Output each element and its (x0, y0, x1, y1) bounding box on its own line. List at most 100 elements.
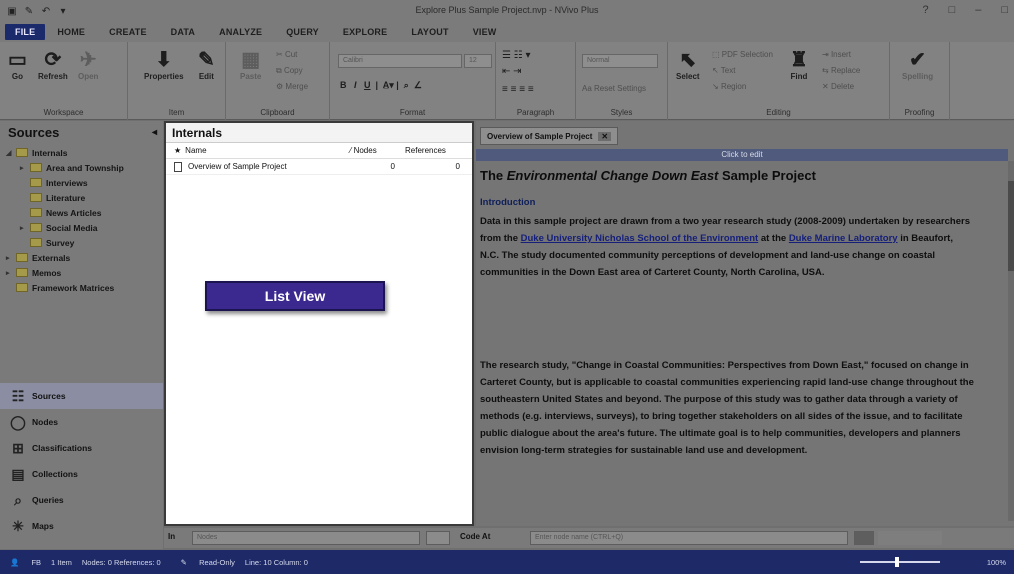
underline-button[interactable]: U (364, 80, 371, 90)
maximize-icon[interactable]: □ (1001, 4, 1008, 16)
tree-node[interactable]: Framework Matrices (6, 280, 163, 295)
document-title: The Environmental Change Down East Sampl… (480, 168, 816, 183)
tree-node-label: Framework Matrices (32, 282, 115, 293)
tree-node[interactable]: Interviews (6, 175, 163, 190)
style-select[interactable]: Normal (582, 54, 658, 68)
expand-arrow-icon[interactable]: ▸ (6, 269, 16, 277)
column-name[interactable]: ★ Name (166, 146, 346, 155)
tab-query[interactable]: QUERY (274, 27, 331, 37)
tab-create[interactable]: CREATE (97, 27, 159, 37)
properties-button[interactable]: ⬇ Properties (144, 48, 184, 81)
open-button[interactable]: ✈ Open (78, 48, 98, 81)
highlight-icon[interactable]: ⌕ (404, 80, 409, 90)
expand-arrow-icon[interactable]: ◢ (6, 149, 16, 157)
nav-button-sources[interactable]: ☷ Sources (0, 383, 163, 409)
delete-button[interactable]: ✕ Delete (822, 82, 854, 91)
text-style-buttons: B I U | A̲▾ | ⌕ ∠ (340, 80, 422, 90)
editing-group-label: Editing (766, 108, 791, 117)
code-options-icon[interactable] (878, 531, 942, 545)
tree-node[interactable]: News Articles (6, 205, 163, 220)
duke-nicholas-link[interactable]: Duke University Nicholas School of the E… (521, 233, 759, 244)
help-icon[interactable]: ? (922, 4, 928, 16)
tree-node[interactable]: ▸ Area and Township (6, 160, 163, 175)
tree-node[interactable]: Literature (6, 190, 163, 205)
close-tab-icon[interactable]: ✕ (598, 131, 612, 141)
tree-node[interactable]: ▸ Memos (6, 265, 163, 280)
list-icons[interactable]: ☰ ☷ ▾ (502, 50, 531, 61)
indent-icons[interactable]: ⇤ ⇥ (502, 66, 522, 77)
paste-button[interactable]: ▦ Paste (240, 48, 261, 81)
tree-node[interactable]: ▸ Externals (6, 250, 163, 265)
code-at-input[interactable]: Enter node name (CTRL+Q) (530, 531, 848, 545)
tree-node[interactable]: ▸ Social Media (6, 220, 163, 235)
in-select[interactable]: Nodes (192, 531, 420, 545)
tab-analyze[interactable]: ANALYZE (207, 27, 274, 37)
bold-button[interactable]: B (340, 80, 347, 90)
font-size-select[interactable]: 12 (464, 54, 492, 68)
tab-layout[interactable]: LAYOUT (399, 27, 460, 37)
detail-view: Overview of Sample Project ✕ Click to ed… (476, 121, 1014, 526)
tab-explore[interactable]: EXPLORE (331, 27, 399, 37)
cut-button[interactable]: ✂ Cut (276, 50, 297, 59)
scrollbar-thumb[interactable] (1008, 181, 1014, 271)
reset-settings-button[interactable]: Aa Reset Settings (582, 84, 646, 93)
binoculars-icon: ♜ (790, 49, 808, 71)
collapse-pane-icon[interactable]: ◂ (152, 127, 157, 138)
italic-button[interactable]: I (354, 80, 357, 90)
nav-button-nodes[interactable]: ◯ Nodes (0, 409, 163, 435)
find-button[interactable]: ♜ Find (790, 48, 808, 81)
tab-home[interactable]: HOME (45, 27, 97, 37)
read-only-indicator: ✎ Read-Only (180, 557, 235, 567)
proofing-group: ✔ Spelling Proofing (890, 42, 950, 120)
nav-button-classifications[interactable]: ⊞ Classifications (0, 435, 163, 461)
edit-button[interactable]: ✎ Edit (198, 48, 215, 81)
spelling-button[interactable]: ✔ Spelling (902, 48, 933, 81)
list-item[interactable]: Overview of Sample Project 0 0 (166, 159, 472, 175)
nav-button-queries[interactable]: ⌕ Queries (0, 487, 163, 513)
tree-node[interactable]: ◢ Internals (6, 145, 163, 160)
select-button[interactable]: ⬉ Select (676, 48, 700, 81)
zoom-slider[interactable] (860, 561, 940, 563)
insert-button[interactable]: ⇥ Insert (822, 50, 851, 59)
column-nodes[interactable]: ⁄ Nodes (346, 146, 401, 155)
go-button[interactable]: ▭ Go (8, 48, 27, 81)
column-references[interactable]: References (401, 146, 466, 155)
expand-arrow-icon[interactable]: ▸ (6, 254, 16, 262)
nav-button-label: Collections (32, 469, 78, 479)
tab-file[interactable]: FILE (5, 24, 46, 40)
item-nodes: 0 (390, 162, 395, 171)
paragraph-group-label: Paragraph (516, 108, 555, 117)
tree-node[interactable]: Survey (6, 235, 163, 250)
duke-marine-link[interactable]: Duke Marine Laboratory (789, 233, 898, 244)
merge-button[interactable]: ⚙ Merge (276, 82, 308, 91)
window-title: Explore Plus Sample Project.nvp - NVivo … (415, 5, 599, 15)
copy-button[interactable]: ⧉ Copy (276, 66, 303, 76)
detail-tab[interactable]: Overview of Sample Project ✕ (480, 127, 619, 145)
pdf-selection-button[interactable]: ⬚ PDF Selection (712, 50, 773, 59)
nav-buttons: ☷ Sources ◯ Nodes ⊞ Classifications ▤ Collectio… (0, 383, 163, 539)
font-color-icon[interactable]: A̲▾ (383, 80, 394, 90)
folder-icon (16, 253, 28, 262)
document-content: The Environmental Change Down East Sampl… (480, 167, 974, 459)
strikethrough-icon[interactable]: ∠ (414, 80, 422, 90)
refresh-button[interactable]: ⟳ Refresh (38, 48, 68, 81)
code-button[interactable] (854, 531, 874, 545)
replace-button[interactable]: ⇆ Replace (822, 66, 860, 75)
intro-heading: Introduction (480, 197, 536, 208)
align-icons[interactable]: ≡ ≡ ≡ ≡ (502, 84, 534, 95)
tab-data[interactable]: DATA (159, 27, 207, 37)
region-button[interactable]: ↘ Region (712, 82, 746, 91)
minimize-icon[interactable]: – (975, 4, 981, 16)
tab-view[interactable]: VIEW (461, 27, 509, 37)
text-button[interactable]: ↖ Text (712, 66, 735, 75)
nav-button-collections[interactable]: ▤ Collections (0, 461, 163, 487)
nodes-references: Nodes: 0 References: 0 (81, 557, 161, 567)
ribbon-options-icon[interactable]: □ (949, 4, 956, 16)
expand-arrow-icon[interactable]: ▸ (20, 164, 30, 172)
zoom-slider-knob[interactable] (895, 557, 899, 567)
click-to-edit-bar[interactable]: Click to edit (476, 149, 1008, 161)
nav-button-maps[interactable]: ✳ Maps (0, 513, 163, 539)
font-select[interactable]: Calibri (338, 54, 462, 68)
expand-arrow-icon[interactable]: ▸ (20, 224, 30, 232)
code-dropdown[interactable] (426, 531, 450, 545)
